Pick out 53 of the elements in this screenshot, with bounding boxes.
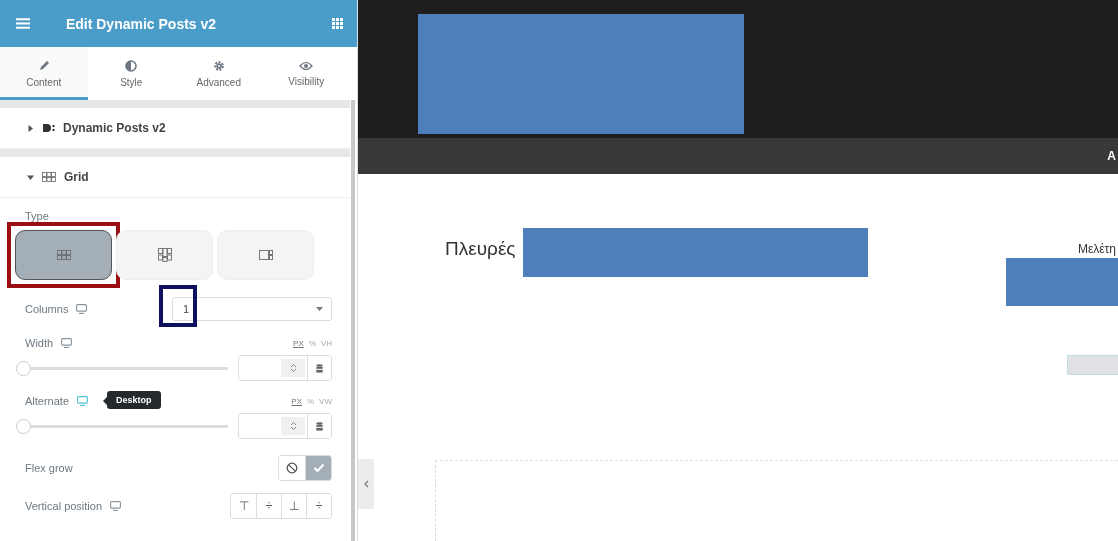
control-label: Type: [25, 210, 50, 222]
monitor-icon: [77, 396, 89, 406]
dynamic-tags-button[interactable]: [307, 414, 331, 438]
gear-icon: [212, 60, 225, 72]
control-label: Flex grow: [25, 462, 73, 474]
page-heading: Πλευρές: [445, 238, 516, 260]
monitor-icon: [110, 501, 122, 511]
menu-icon: [16, 18, 30, 29]
monitor-icon: [76, 304, 88, 314]
control-label: Alternate: [25, 395, 70, 407]
eye-icon: [299, 61, 314, 71]
toggle-option[interactable]: [305, 456, 331, 480]
control-label: Width: [25, 337, 54, 349]
unit-option[interactable]: PX: [291, 396, 302, 406]
half-circle-icon: [125, 60, 138, 72]
caret-down-icon: [27, 173, 34, 181]
unit-option[interactable]: PX: [293, 338, 304, 348]
columns-select[interactable]: 1: [172, 297, 332, 321]
alignment-option[interactable]: ÷: [306, 494, 331, 518]
up-down-arrows-icon: [289, 363, 297, 373]
control-label: Vertical position: [25, 500, 103, 512]
database-icon: [316, 421, 323, 431]
annotation-box: [159, 285, 197, 327]
control-label: Columns: [25, 303, 69, 315]
collapse-panel-button[interactable]: [358, 459, 374, 509]
scrollbar[interactable]: [351, 100, 355, 541]
apps-grid-icon: [332, 18, 343, 29]
sidebar-heading: Μελέτη: [1077, 242, 1116, 256]
caret-right-icon: [27, 124, 34, 132]
dynamic-tags-button[interactable]: [307, 356, 331, 380]
input-field[interactable]: [1067, 355, 1118, 375]
logo-icon: [42, 123, 55, 133]
monitor-icon: [61, 338, 73, 348]
grid-icon: [56, 250, 71, 260]
panel-tab[interactable]: Content: [0, 47, 88, 100]
dropdown-caret-icon: [316, 307, 323, 311]
nav-link[interactable]: A: [1107, 148, 1116, 163]
slider-handle[interactable]: [16, 360, 31, 376]
up-down-arrows-icon: [289, 421, 297, 431]
layout-option[interactable]: [15, 230, 112, 280]
panel-title: Edit Dynamic Posts v2: [64, 15, 218, 32]
prohibited-icon: [286, 462, 298, 474]
pencil-icon: [37, 60, 50, 72]
slider-handle[interactable]: [16, 418, 31, 434]
grid-icon: [42, 172, 56, 182]
masonry-grid-icon: [157, 248, 172, 262]
checkmark-icon: [312, 462, 325, 474]
section-header[interactable]: Grid: [0, 157, 350, 198]
chevron-left-icon: [363, 480, 369, 488]
number-field[interactable]: [238, 413, 332, 439]
database-icon: [316, 363, 323, 373]
number-field[interactable]: [238, 355, 332, 381]
image-layout-icon: [258, 250, 273, 260]
